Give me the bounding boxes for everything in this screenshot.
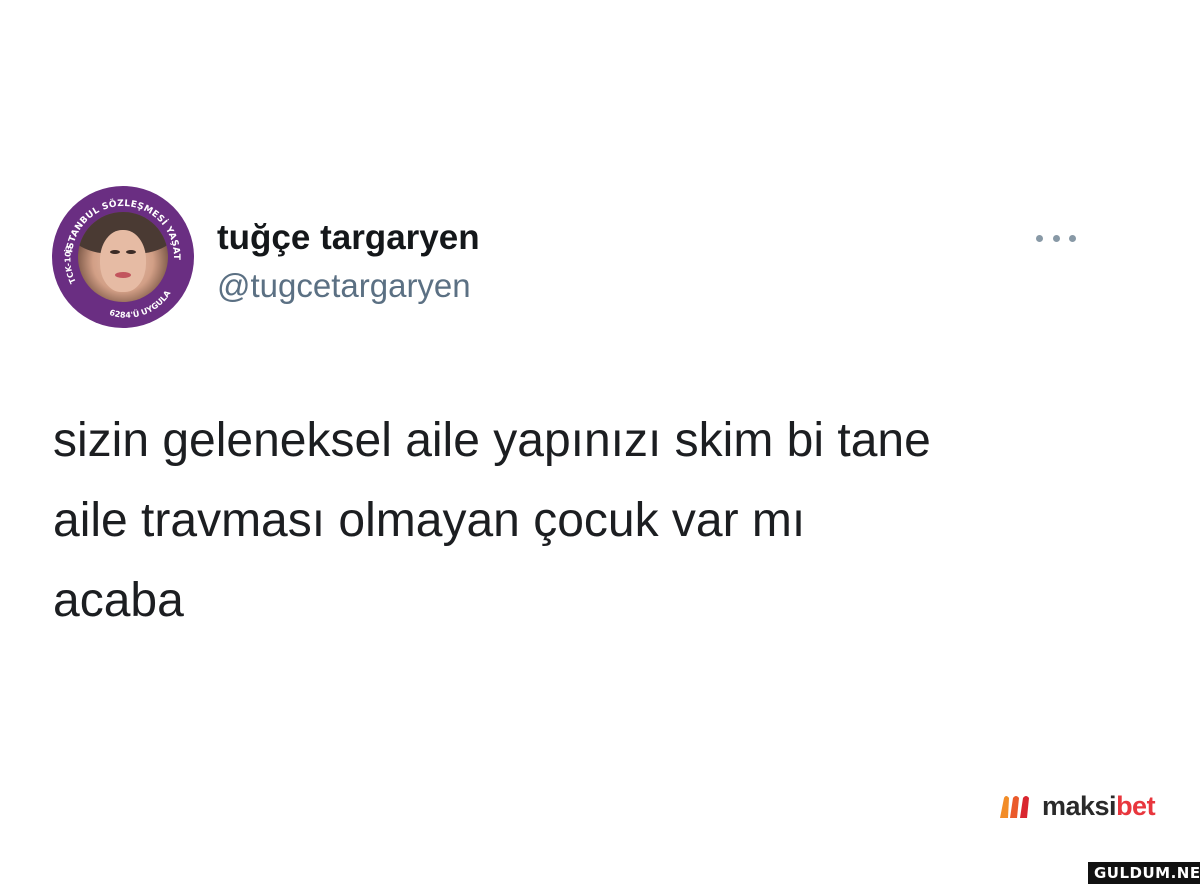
- site-watermark: GULDUM.NET: [1088, 862, 1200, 884]
- maksibet-logo-icon: [1000, 796, 1029, 818]
- tweet-text-line: sizin geleneksel aile yapınızı skim bi t…: [53, 414, 931, 467]
- maksibet-prefix: maksi: [1042, 790, 1117, 821]
- maksibet-watermark: maksibet: [998, 790, 1156, 822]
- avatar[interactable]: İSTANBUL SÖZLEŞMESİ YAŞATIR 6284'Ü UYGUL…: [52, 186, 194, 328]
- tweet-card: İSTANBUL SÖZLEŞMESİ YAŞATIR 6284'Ü UYGUL…: [0, 0, 1200, 885]
- maksibet-wordmark: maksibet: [1042, 790, 1156, 822]
- more-horizontal-icon[interactable]: [1036, 228, 1076, 248]
- maksibet-suffix: bet: [1116, 790, 1156, 821]
- display-name[interactable]: tuğçe targaryen: [217, 218, 480, 258]
- tweet-text-line: aile travması olmayan çocuk var mı: [53, 494, 806, 547]
- avatar-photo: [78, 212, 168, 302]
- tweet-text: sizin geleneksel aile yapınızı skim bi t…: [53, 401, 1133, 641]
- tweet-text-line: acaba: [53, 574, 184, 627]
- user-handle[interactable]: @tugcetargaryen: [217, 267, 471, 305]
